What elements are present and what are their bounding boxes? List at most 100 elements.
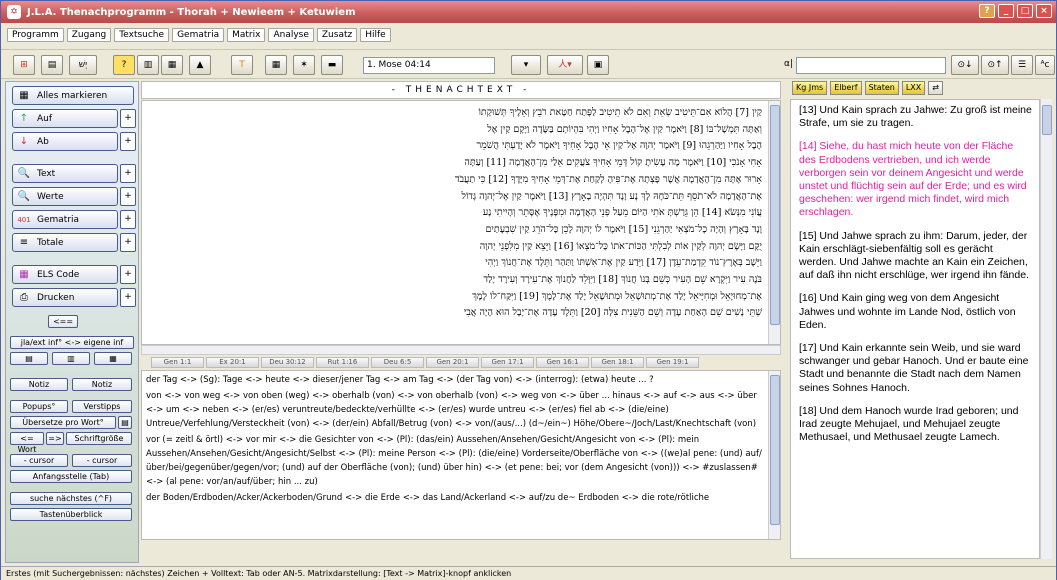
translation-vscroll[interactable] (1040, 99, 1052, 559)
jump-deu-30-12[interactable]: Deu 30:12 (261, 357, 314, 368)
scroll-thumb[interactable] (770, 105, 780, 325)
grid-icon[interactable]: ▦ (265, 55, 287, 75)
start-position-button[interactable]: Anfangsstelle (Tab) (10, 470, 132, 483)
book-icon[interactable]: ▥ (137, 55, 159, 75)
menu-hilfe[interactable]: Hilfe (360, 28, 391, 42)
case-icon[interactable]: ᴬc (1035, 55, 1055, 75)
jump-gen-1-1[interactable]: Gen 1:1 (151, 357, 204, 368)
window-icon[interactable]: ▦ (161, 55, 183, 75)
text-plus-button[interactable]: + (120, 164, 136, 183)
translation-text-pane[interactable]: [13] Und Kain sprach zu Jahwe: Zu groß i… (790, 99, 1040, 559)
menu-textsuche[interactable]: Textsuche (114, 28, 170, 42)
down-plus-button[interactable]: + (120, 132, 136, 151)
values-search-button[interactable]: 🔍 Werte (12, 187, 118, 206)
font-size-button[interactable]: Schriftgröße (66, 432, 132, 445)
jump-bar: Gen 1:1 Ex 20:1 Deu 30:12 Rut 1:16 Deu 6… (141, 357, 781, 369)
wand-icon[interactable]: ✶ (293, 55, 315, 75)
book-dropdown[interactable]: ▾ (511, 55, 541, 75)
view-b-icon[interactable]: ▥ (52, 352, 90, 365)
printer-icon: ⎙ (20, 292, 28, 303)
scroll-thumb[interactable] (1042, 105, 1052, 135)
reference-field[interactable]: 1. Mose 04:14 (363, 57, 495, 74)
menu-zugang[interactable]: Zugang (66, 28, 112, 42)
view-c-icon[interactable]: ▦ (94, 352, 132, 365)
person-dropdown[interactable]: 人▾ (547, 55, 583, 75)
translate-icon[interactable]: ▤ (118, 416, 132, 429)
collapse-button[interactable]: <== (48, 315, 78, 328)
swap-icon[interactable]: ⇄ (928, 81, 943, 95)
menu-programm[interactable]: Programm (7, 28, 64, 42)
gematria-button[interactable]: 401 Gematria (12, 210, 118, 229)
sheet-icon[interactable]: ▣ (587, 55, 609, 75)
print-button[interactable]: ⎙ Drucken (12, 288, 118, 307)
chart-icon[interactable]: ▲ (189, 55, 211, 75)
t-icon[interactable]: T (231, 55, 253, 75)
matrix-icon[interactable]: ⊞ (13, 55, 35, 75)
binoculars-down-icon[interactable]: ⊙↓ (951, 55, 979, 75)
view-a-icon[interactable]: ▤ (10, 352, 48, 365)
translate-per-word-button[interactable]: Übersetze pro Wort° (10, 416, 116, 429)
totals-button[interactable]: ≡ Totale (12, 233, 118, 252)
jump-gen-20-1[interactable]: Gen 20:1 (426, 357, 479, 368)
word-back-button[interactable]: <= Wort (10, 432, 44, 454)
jump-ex-20-1[interactable]: Ex 20:1 (206, 357, 259, 368)
mark-all-button[interactable]: ▦ Alles markieren (12, 86, 134, 105)
values-plus-button[interactable]: + (120, 187, 136, 206)
popups-button[interactable]: Popups° (10, 400, 68, 413)
tab-staten[interactable]: Staten (864, 81, 899, 95)
search-input[interactable] (796, 57, 946, 74)
link-toggle-button[interactable]: jla/ext inf° <-> eigene inf (10, 336, 134, 349)
minimize-button[interactable]: _ (998, 4, 1014, 18)
tab-kg-jms[interactable]: Kg Jms (792, 81, 828, 95)
jump-deu-6-5[interactable]: Deu 6:5 (371, 357, 424, 368)
tab-lxx[interactable]: LXX (901, 81, 926, 95)
hebrew-toggle-button[interactable]: יְשׁ (69, 55, 97, 75)
help-icon[interactable]: ? (979, 4, 995, 18)
els-plus-button[interactable]: + (120, 265, 136, 284)
help-book-icon[interactable]: ? (113, 55, 135, 75)
text-search-button[interactable]: 🔍 Text (12, 164, 118, 183)
search-next-button[interactable]: suche nächstes (^F) (10, 492, 132, 505)
left-panel: ▦ Alles markieren ↑ Auf + ↓ Ab + 🔍 Text + 🔍 W… (5, 81, 139, 563)
scroll-thumb[interactable] (770, 375, 780, 525)
hebrew-vscroll[interactable] (768, 101, 780, 344)
hebrew-line: וְאַתָּה תִּמְשָׁל־בּוֹ [8] וַיֹּאמֶר קַ… (487, 123, 762, 135)
jump-gen-19-1[interactable]: Gen 19:1 (646, 357, 699, 368)
menu-zusatz[interactable]: Zusatz (316, 28, 358, 42)
wordlist-vscroll[interactable] (768, 371, 780, 539)
scroll-icon[interactable]: ▬ (321, 55, 343, 75)
note-button-1[interactable]: Notiz (10, 378, 68, 391)
values-label: Werte (37, 191, 64, 202)
jump-gen-17-1[interactable]: Gen 17:1 (481, 357, 534, 368)
verse-tips-button[interactable]: Verstipps (72, 400, 132, 413)
key-overview-button[interactable]: Tastenüberblick (10, 508, 132, 521)
cursor-minus-button[interactable]: - cursor (10, 454, 68, 467)
tab-elberf[interactable]: Elberf (830, 81, 862, 95)
jump-rut-1-16[interactable]: Rut 1:16 (316, 357, 369, 368)
note-button-2[interactable]: Notiz (72, 378, 132, 391)
maximize-button[interactable]: □ (1017, 4, 1033, 18)
menu-analyse[interactable]: Analyse (268, 28, 314, 42)
word-forward-button[interactable]: => (46, 432, 64, 445)
down-button[interactable]: ↓ Ab (12, 132, 118, 151)
cursor-minus-button-2[interactable]: - cursor (72, 454, 132, 467)
hebrew-text-pane[interactable]: קַיִן [7] הֲלוֹא אִם־תֵּיטִיב שְׂאֵת וְא… (141, 100, 781, 345)
gematria-plus-button[interactable]: + (120, 210, 136, 229)
menu-matrix[interactable]: Matrix (227, 28, 266, 42)
hebrew-line: קַיִן [7] הֲלוֹא אִם־תֵּיטִיב שְׂאֵת וְא… (478, 107, 763, 118)
totals-plus-button[interactable]: + (120, 233, 136, 252)
menu-gematria[interactable]: Gematria (172, 28, 225, 42)
hebrew-hscroll[interactable] (141, 345, 781, 355)
jump-gen-16-1[interactable]: Gen 16:1 (536, 357, 589, 368)
arrow-down-icon: ↓ (19, 136, 29, 147)
close-button[interactable]: × (1036, 4, 1052, 18)
list-icon[interactable]: ☰ (1011, 55, 1033, 75)
up-button[interactable]: ↑ Auf (12, 109, 118, 128)
word-translation-pane[interactable]: der Tag <-> (Sg): Tage <-> heute <-> die… (141, 370, 781, 540)
up-plus-button[interactable]: + (120, 109, 136, 128)
layout-icon[interactable]: ▤ (41, 55, 63, 75)
jump-gen-18-1[interactable]: Gen 18:1 (591, 357, 644, 368)
els-code-button[interactable]: ▦ ELS Code (12, 265, 118, 284)
print-plus-button[interactable]: + (120, 288, 136, 307)
binoculars-up-icon[interactable]: ⊙↑ (981, 55, 1009, 75)
